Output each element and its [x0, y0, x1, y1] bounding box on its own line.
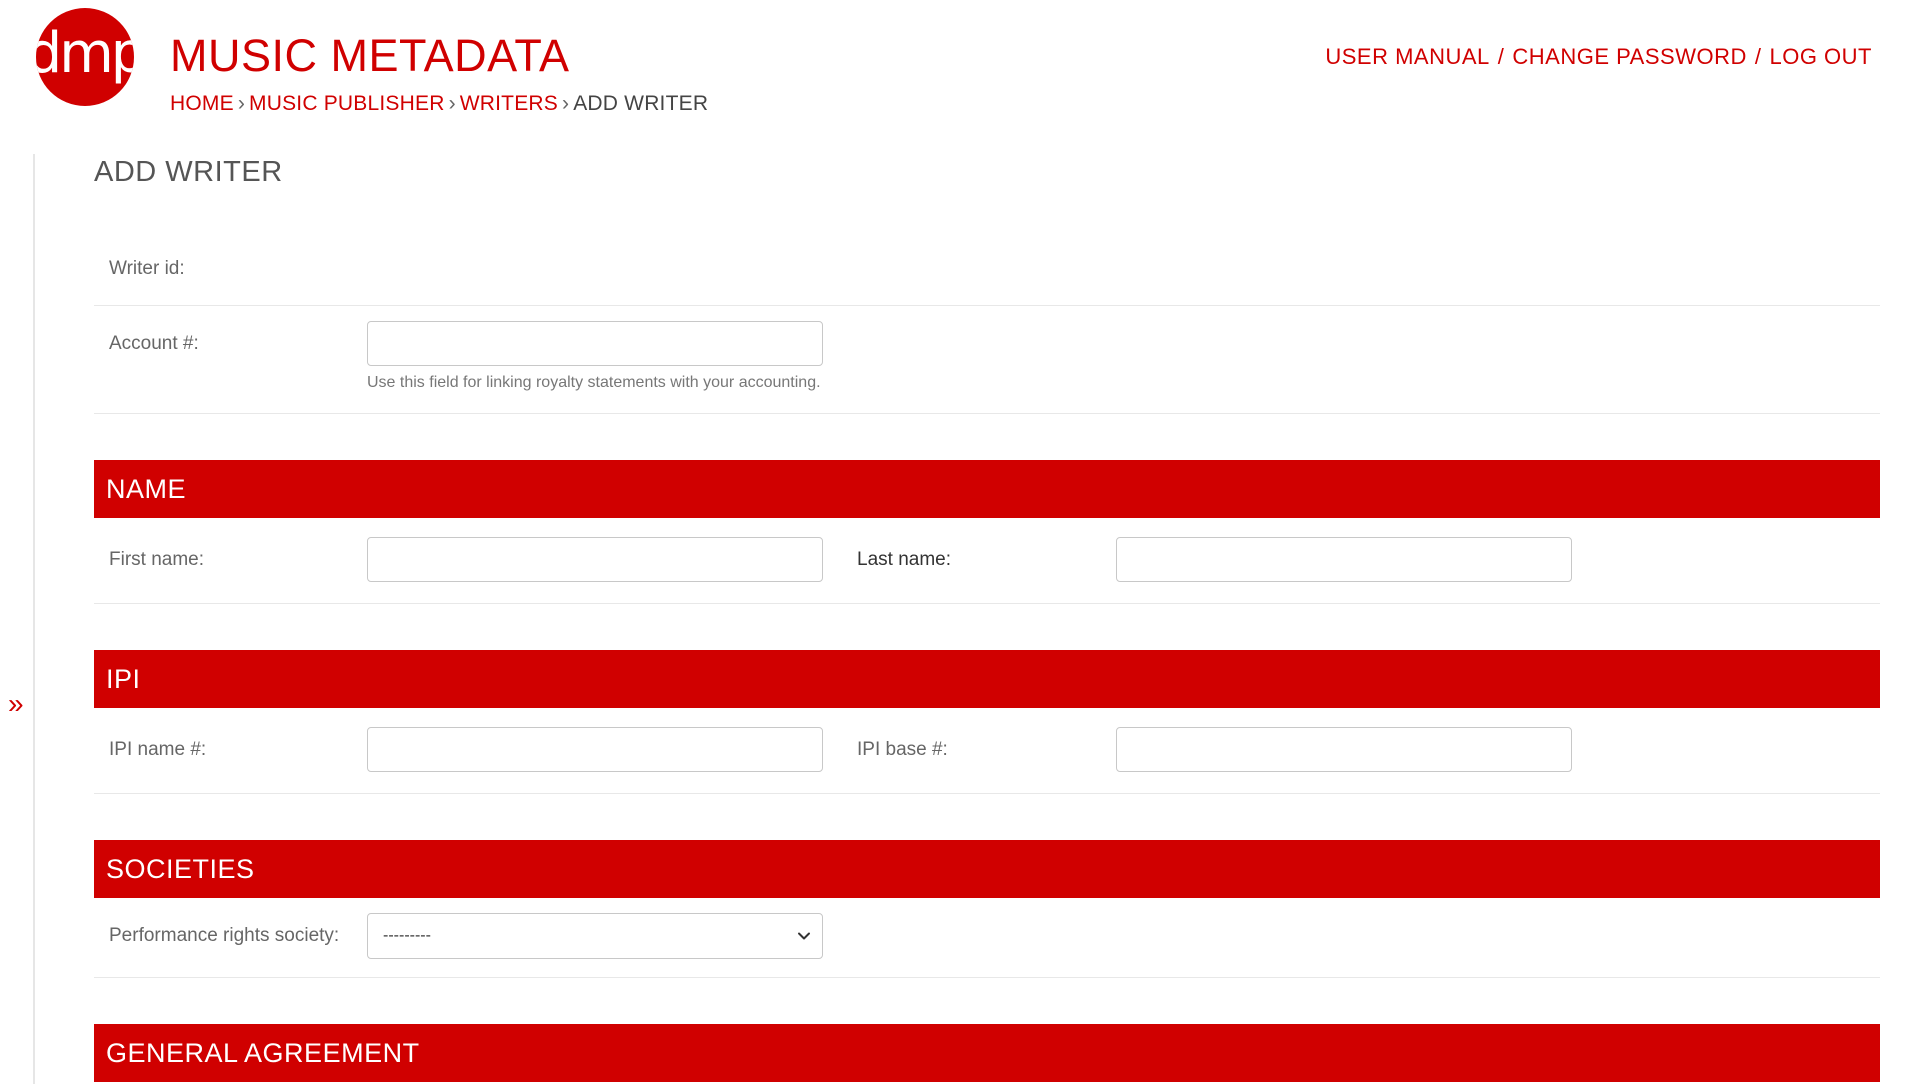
- user-manual-link[interactable]: USER MANUAL: [1325, 44, 1489, 69]
- main-content: ADD WRITER Writer id: Account #: Use thi…: [94, 150, 1880, 1082]
- ipi-base-label: IPI base #:: [857, 739, 948, 760]
- name-row: First name: Last name:: [94, 518, 1880, 604]
- sidebar-rail: [33, 154, 35, 1084]
- first-name-input[interactable]: [367, 537, 823, 582]
- breadcrumb: HOME › MUSIC PUBLISHER › WRITERS › ADD WRITER: [170, 92, 708, 116]
- pro-selected-value: ---------: [383, 927, 431, 944]
- breadcrumb-music-publisher[interactable]: MUSIC PUBLISHER: [249, 92, 445, 115]
- breadcrumb-separator: ›: [448, 92, 456, 115]
- ipi-row: IPI name #: IPI base #:: [94, 708, 1880, 794]
- ipi-name-label: IPI name #:: [109, 739, 207, 760]
- pro-select[interactable]: ---------: [367, 913, 823, 959]
- account-input[interactable]: [367, 321, 823, 366]
- section-ipi-header: IPI: [94, 650, 1880, 708]
- user-tools-separator: /: [1497, 44, 1505, 69]
- section-name-header: NAME: [94, 460, 1880, 518]
- page-title: ADD WRITER: [94, 156, 283, 188]
- breadcrumb-separator: ›: [237, 92, 246, 115]
- account-helptext: Use this field for linking royalty state…: [367, 374, 821, 391]
- account-label: Account #:: [109, 333, 199, 354]
- chevron-down-icon: [798, 932, 810, 940]
- breadcrumb-separator: ›: [562, 92, 570, 115]
- breadcrumb-current: ADD WRITER: [573, 92, 709, 115]
- writer-id-row: Writer id:: [94, 228, 1880, 306]
- pro-label: Performance rights society:: [109, 925, 340, 946]
- last-name-input[interactable]: [1116, 537, 1572, 582]
- dmp-logo[interactable]: dmp: [36, 8, 134, 106]
- breadcrumb-home[interactable]: HOME: [170, 92, 234, 115]
- last-name-label: Last name:: [857, 549, 951, 570]
- site-header: dmp MUSIC METADATA HOME › MUSIC PUBLISHER ›…: [0, 0, 1920, 130]
- breadcrumb-writers[interactable]: WRITERS: [460, 92, 558, 115]
- ipi-name-input[interactable]: [367, 727, 823, 772]
- user-tools: USER MANUAL / CHANGE PASSWORD / LOG OUT: [1325, 44, 1872, 70]
- user-tools-separator: /: [1754, 44, 1762, 69]
- logout-link[interactable]: LOG OUT: [1769, 44, 1872, 69]
- expand-sidebar-icon[interactable]: »: [8, 690, 24, 718]
- logo-text: dmp: [36, 21, 134, 86]
- writer-id-label: Writer id:: [109, 258, 185, 279]
- first-name-label: First name:: [109, 549, 205, 570]
- account-row: Account #: Use this field for linking ro…: [94, 306, 1880, 414]
- societies-row: Performance rights society: ---------: [94, 898, 1880, 978]
- ipi-base-input[interactable]: [1116, 727, 1572, 772]
- section-societies-header: SOCIETIES: [94, 840, 1880, 898]
- change-password-link[interactable]: CHANGE PASSWORD: [1512, 44, 1746, 69]
- site-title[interactable]: MUSIC METADATA: [170, 30, 570, 82]
- section-general-agreement-header: GENERAL AGREEMENT: [94, 1024, 1880, 1082]
